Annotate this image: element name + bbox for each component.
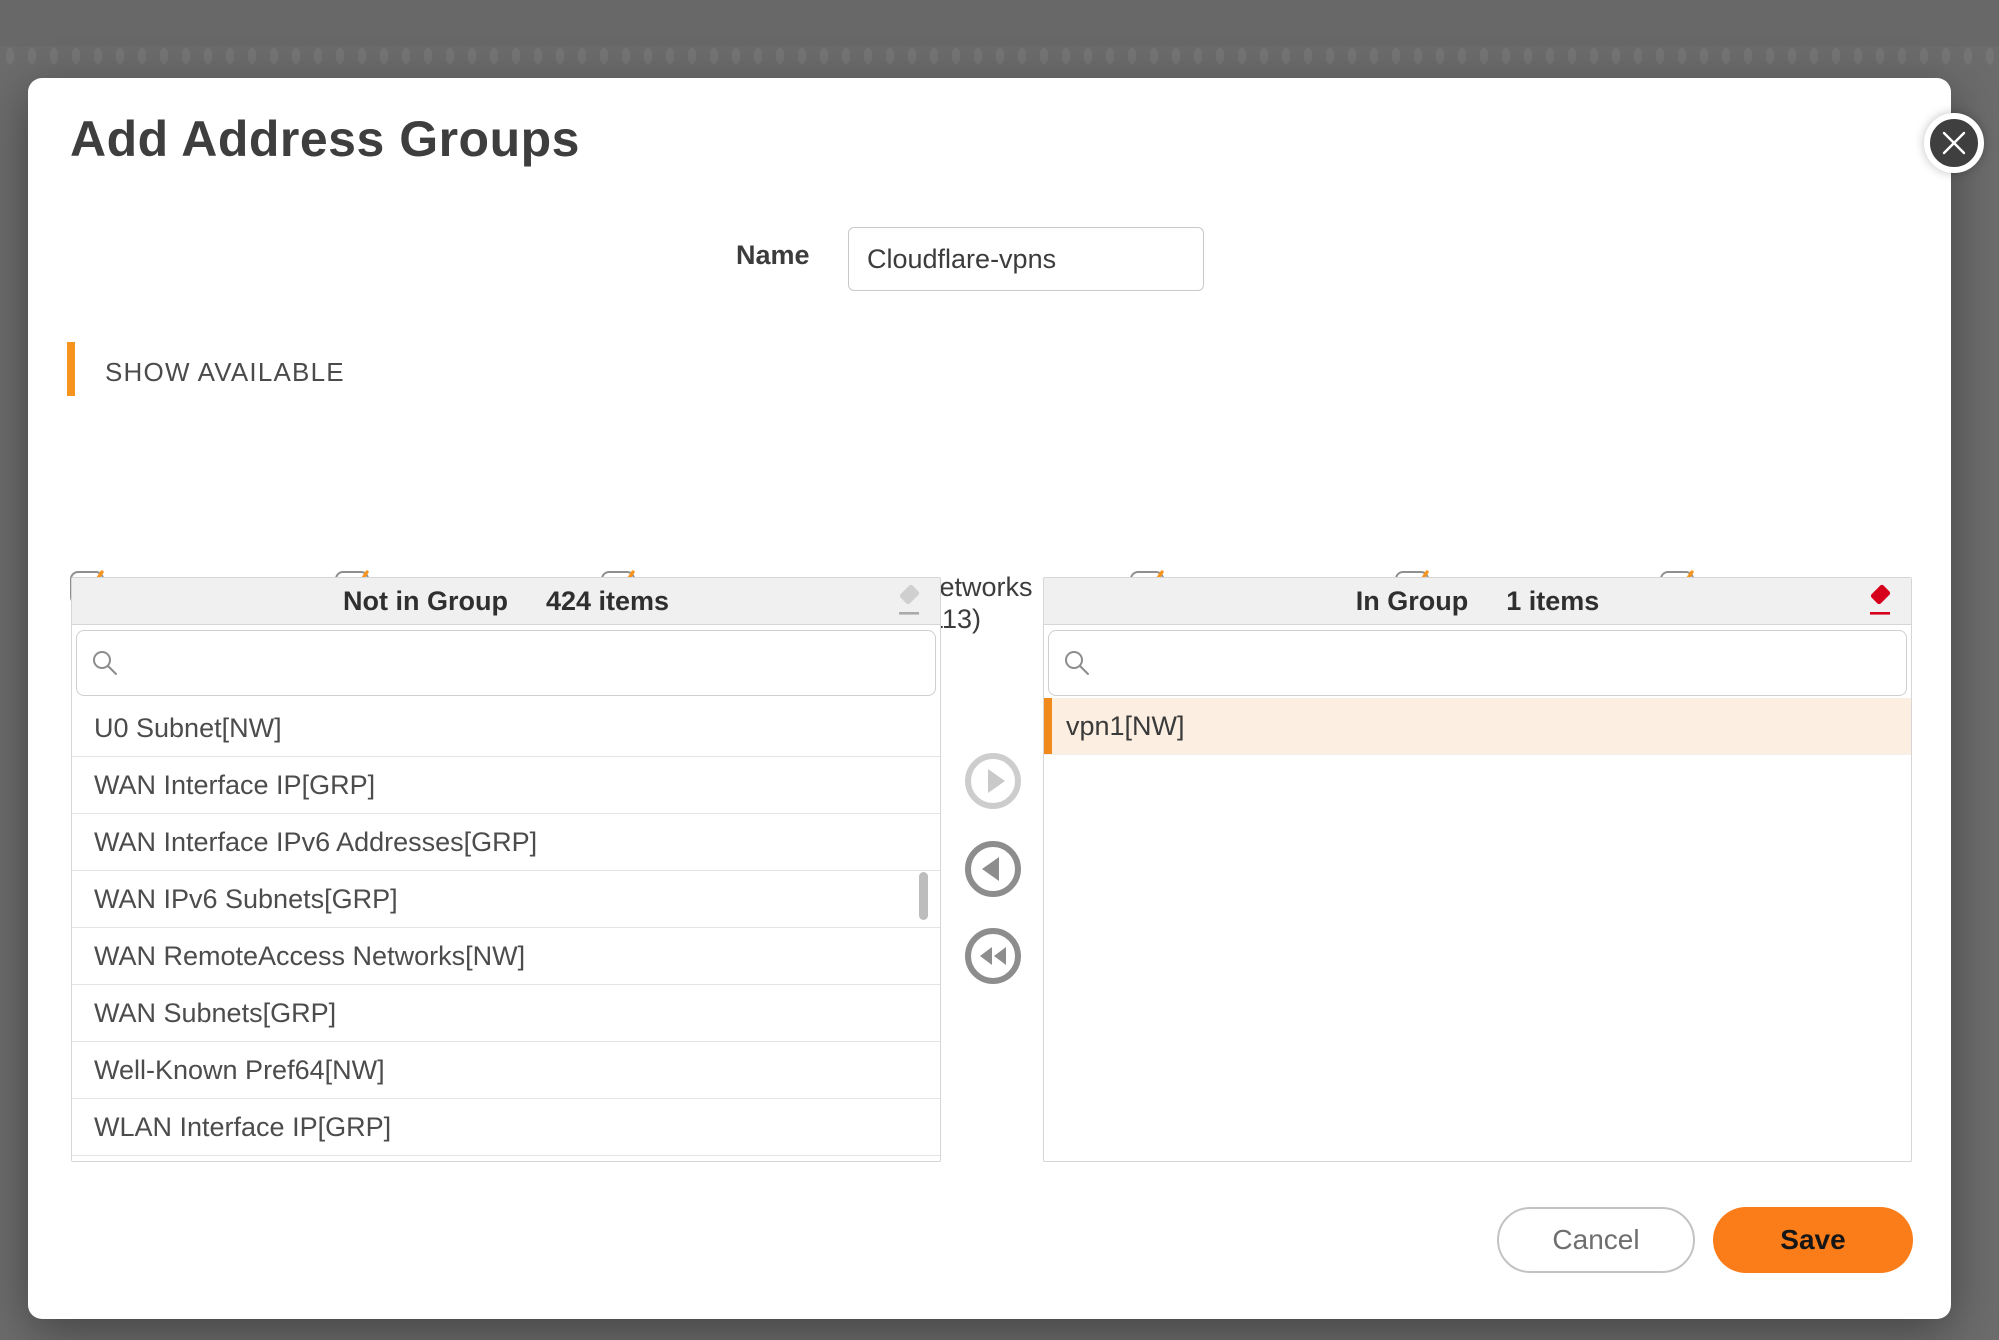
dimmed-page-background xyxy=(0,0,1999,46)
not-in-group-search-input[interactable] xyxy=(129,631,921,695)
list-item[interactable]: Well-Known Pref64[NW] xyxy=(72,1042,940,1099)
list-item[interactable]: U0 Subnet[NW] xyxy=(72,700,940,757)
list-item[interactable]: WAN Interface IPv6 Addresses[GRP] xyxy=(72,814,940,871)
list-item[interactable]: WAN IPv6 Subnets[GRP] xyxy=(72,871,940,928)
move-right-icon xyxy=(963,751,1023,811)
move-left-icon xyxy=(963,839,1023,899)
eraser-icon xyxy=(892,584,926,620)
section-title: SHOW AVAILABLE xyxy=(105,357,345,388)
section-accent-bar xyxy=(67,342,75,396)
panel-count: 1 items xyxy=(1506,586,1599,617)
list-item[interactable]: WAN Interface IP[GRP] xyxy=(72,757,940,814)
clear-all-button[interactable] xyxy=(1863,584,1897,620)
clear-all-button[interactable] xyxy=(892,584,926,620)
not-in-group-list: U0 Subnet[NW] WAN Interface IP[GRP] WAN … xyxy=(72,700,940,1161)
search-icon xyxy=(1063,649,1091,677)
move-left-button[interactable] xyxy=(963,839,1023,899)
not-in-group-searchbox xyxy=(76,630,936,696)
eraser-red-icon xyxy=(1863,584,1897,620)
close-button[interactable] xyxy=(1924,113,1984,173)
in-group-searchbox xyxy=(1048,630,1907,696)
move-right-button[interactable] xyxy=(963,751,1023,811)
not-in-group-header: Not in Group 424 items xyxy=(72,578,940,625)
in-group-list: vpn1[NW] xyxy=(1044,698,1911,1161)
close-icon xyxy=(1940,129,1968,157)
dimmed-page-texture xyxy=(0,46,1999,70)
in-group-header: In Group 1 items xyxy=(1044,578,1911,625)
save-button[interactable]: Save xyxy=(1713,1207,1913,1273)
move-all-left-button[interactable] xyxy=(963,926,1023,986)
list-item[interactable]: WAN RemoteAccess Networks[NW] xyxy=(72,928,940,985)
list-item[interactable]: WAN Subnets[GRP] xyxy=(72,985,940,1042)
name-label: Name xyxy=(736,240,810,271)
name-input[interactable] xyxy=(848,227,1204,291)
in-group-search-input[interactable] xyxy=(1101,631,1892,695)
search-icon xyxy=(91,649,119,677)
move-all-left-icon xyxy=(963,926,1023,986)
add-address-groups-dialog: Add Address Groups Name SHOW AVAILABLE A… xyxy=(28,78,1951,1319)
in-group-panel: In Group 1 items vpn1[NW] xyxy=(1043,577,1912,1162)
panel-title: Not in Group xyxy=(343,586,508,617)
not-in-group-panel: Not in Group 424 items U0 Subnet[NW] WAN… xyxy=(71,577,941,1162)
dialog-title: Add Address Groups xyxy=(70,110,580,168)
panel-count: 424 items xyxy=(546,586,669,617)
cancel-button[interactable]: Cancel xyxy=(1497,1207,1695,1273)
list-item-selected[interactable]: vpn1[NW] xyxy=(1044,698,1911,755)
panel-title: In Group xyxy=(1356,586,1468,617)
list-item[interactable]: WLAN Interface IP[GRP] xyxy=(72,1099,940,1156)
list-scrollbar-thumb[interactable] xyxy=(919,872,928,920)
